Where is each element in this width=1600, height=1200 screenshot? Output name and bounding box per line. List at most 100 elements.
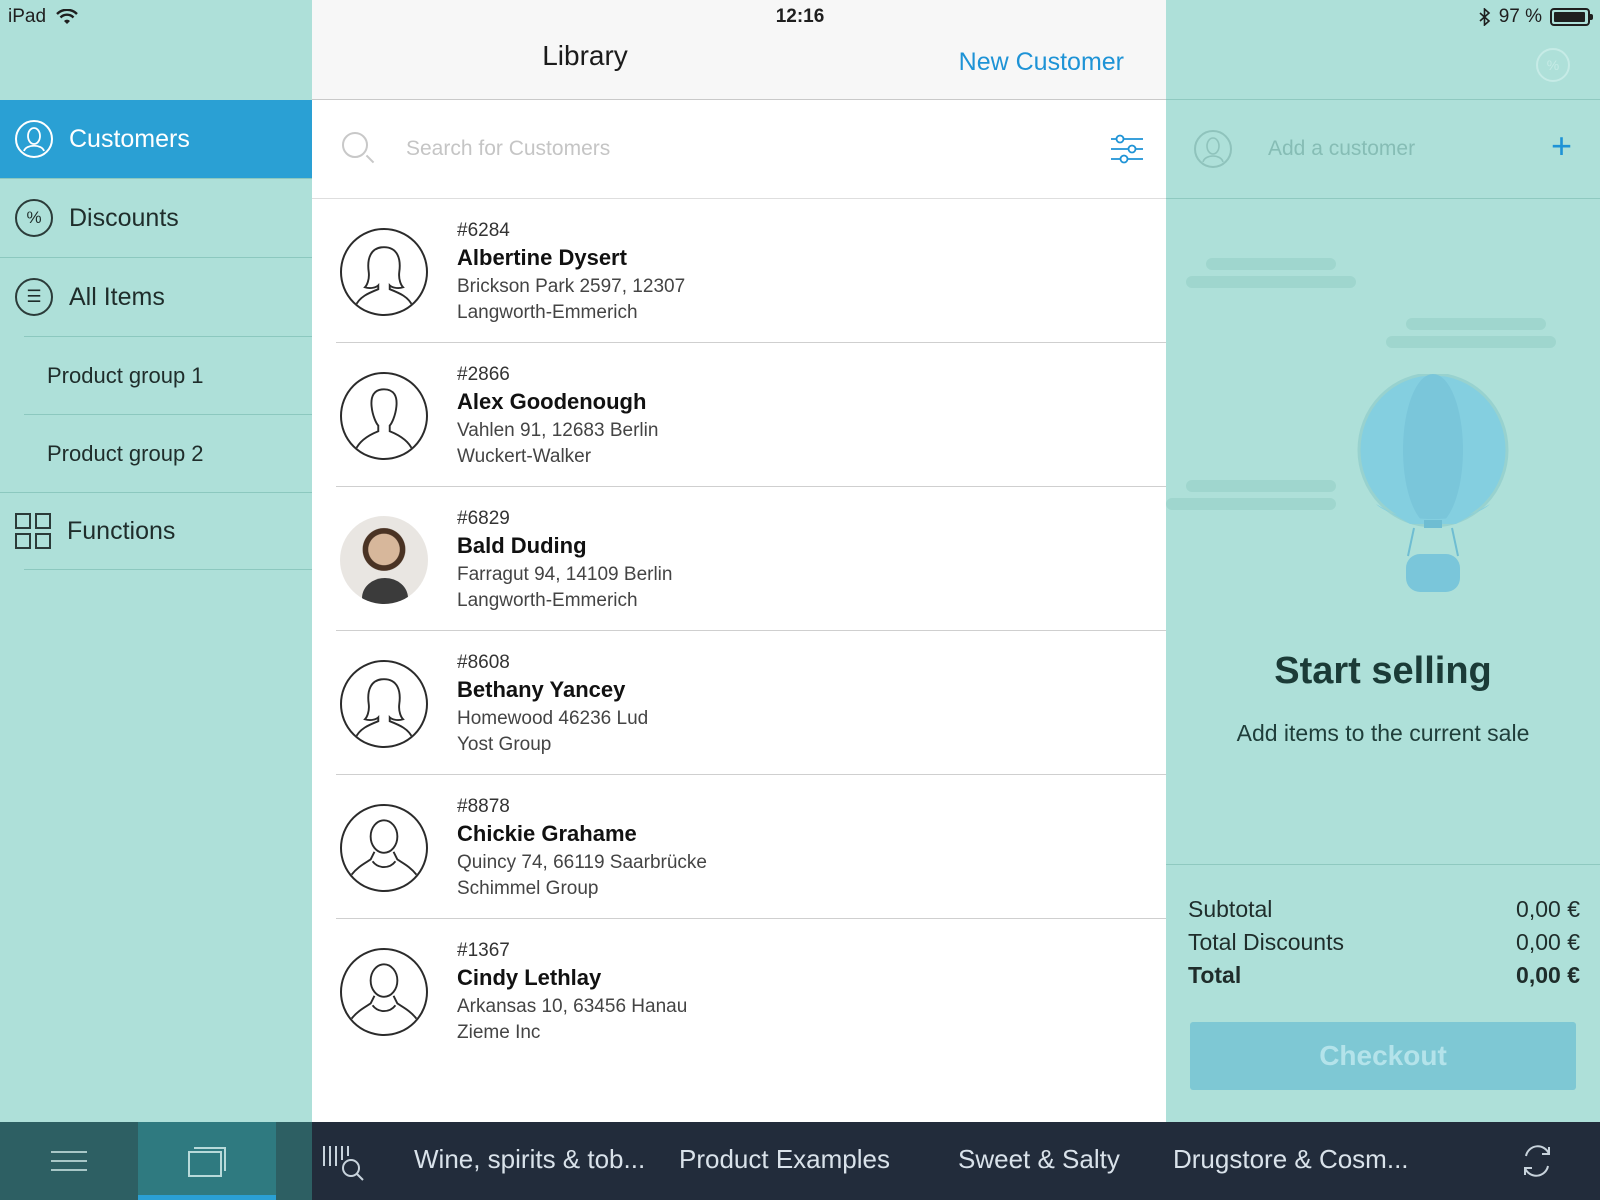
customer-company: Langworth-Emmerich xyxy=(457,590,638,611)
sidebar-item-label: Functions xyxy=(67,516,176,545)
status-bar: iPad 12:16 97 % xyxy=(0,0,1600,32)
customer-company: Langworth-Emmerich xyxy=(457,302,638,323)
discount-icon[interactable]: % xyxy=(1536,48,1570,82)
customer-number: #8878 xyxy=(457,796,510,817)
bluetooth-icon xyxy=(1479,8,1490,26)
customer-address: Quincy 74, 66119 Saarbrücke xyxy=(457,852,707,873)
refresh-icon[interactable] xyxy=(1518,1142,1556,1180)
customer-address: Farragut 94, 14109 Berlin xyxy=(457,564,673,585)
list-icon: ☰ xyxy=(15,278,53,316)
category-tab[interactable]: Drugstore & Cosm... xyxy=(1173,1144,1409,1175)
sidebar-item-label: Customers xyxy=(69,124,190,153)
discounts-label: Total Discounts xyxy=(1188,929,1344,955)
sidebar-item-label: All Items xyxy=(69,282,165,311)
category-tab[interactable]: Product Examples xyxy=(679,1144,890,1175)
search-bar xyxy=(312,100,1166,199)
customer-name: Bethany Yancey xyxy=(457,677,626,702)
customer-number: #2866 xyxy=(457,364,510,385)
sidebar-item-label: Discounts xyxy=(69,203,179,232)
sidebar: Customers % Discounts ☰ All Items Produc… xyxy=(0,0,312,1122)
new-customer-button[interactable]: New Customer xyxy=(959,48,1124,77)
customer-address: Vahlen 91, 12683 Berlin xyxy=(457,420,659,441)
total-value: 0,00 € xyxy=(1516,962,1580,988)
bottom-bar: Wine, spirits & tob... Product Examples … xyxy=(0,1122,1600,1200)
clock: 12:16 xyxy=(775,6,825,27)
customer-name: Cindy Lethlay xyxy=(457,965,602,990)
male-avatar-icon xyxy=(340,372,428,460)
cloud-decoration xyxy=(1386,336,1556,348)
cloud-decoration xyxy=(1166,498,1336,510)
total-label: Total xyxy=(1188,962,1242,988)
discounts-value: 0,00 € xyxy=(1516,929,1580,955)
menu-button[interactable] xyxy=(0,1122,138,1200)
search-icon xyxy=(342,132,368,158)
customer-row[interactable]: #8608 Bethany Yancey Homewood 46236 Lud … xyxy=(336,632,1166,775)
filter-icon[interactable] xyxy=(1110,134,1144,164)
bust-avatar-icon xyxy=(340,804,428,892)
sidebar-item-all-items[interactable]: ☰ All Items xyxy=(0,258,312,336)
customer-number: #8608 xyxy=(457,652,510,673)
subtotal-value: 0,00 € xyxy=(1516,896,1580,922)
customer-photo xyxy=(340,516,428,604)
customer-row[interactable]: #6284 Albertine Dysert Brickson Park 259… xyxy=(336,200,1166,343)
customer-name: Chickie Grahame xyxy=(457,821,637,846)
sidebar-item-functions[interactable]: Functions xyxy=(0,493,312,569)
sidebar-item-label: Product group 1 xyxy=(47,363,204,388)
customer-row[interactable]: #6829 Bald Duding Farragut 94, 14109 Ber… xyxy=(336,488,1166,631)
person-icon xyxy=(1194,130,1232,168)
add-customer-label: Add a customer xyxy=(1268,137,1416,160)
customer-address: Homewood 46236 Lud xyxy=(457,708,649,729)
barcode-search-icon[interactable] xyxy=(322,1142,366,1182)
percent-icon: % xyxy=(15,199,53,237)
female-avatar-icon xyxy=(340,660,428,748)
divider xyxy=(1166,864,1600,865)
female-avatar-icon xyxy=(340,228,428,316)
customer-company: Schimmel Group xyxy=(457,878,599,899)
checkout-button[interactable]: Checkout xyxy=(1190,1022,1576,1090)
customer-row[interactable]: #2866 Alex Goodenough Vahlen 91, 12683 B… xyxy=(336,344,1166,487)
add-customer-row[interactable]: Add a customer + xyxy=(1166,100,1600,199)
page-title: Library xyxy=(542,40,628,71)
plus-icon[interactable]: + xyxy=(1551,128,1572,164)
customer-name: Bald Duding xyxy=(457,533,587,558)
customer-company: Zieme Inc xyxy=(457,1022,541,1043)
discounts-row: Total Discounts 0,00 € xyxy=(1188,929,1580,956)
person-icon xyxy=(15,120,53,158)
subtotal-label: Subtotal xyxy=(1188,896,1273,922)
total-row: Total 0,00 € xyxy=(1188,962,1580,989)
customer-address: Brickson Park 2597, 12307 xyxy=(457,276,686,297)
customer-number: #6284 xyxy=(457,220,510,241)
customer-row[interactable]: #1367 Cindy Lethlay Arkansas 10, 63456 H… xyxy=(336,920,1166,1063)
customer-number: #1367 xyxy=(457,940,510,961)
sidebar-item-customers[interactable]: Customers xyxy=(0,100,312,178)
customer-row[interactable]: #8878 Chickie Grahame Quincy 74, 66119 S… xyxy=(336,776,1166,919)
customer-company: Wuckert-Walker xyxy=(457,446,592,467)
divider xyxy=(24,569,312,570)
customer-number: #6829 xyxy=(457,508,510,529)
battery-icon xyxy=(1550,8,1593,26)
cloud-decoration xyxy=(1406,318,1546,330)
grid-icon xyxy=(15,513,51,549)
hamburger-icon xyxy=(51,1151,87,1171)
screens-icon xyxy=(188,1147,226,1177)
category-tab[interactable]: Sweet & Salty xyxy=(958,1144,1120,1175)
screens-button[interactable] xyxy=(138,1122,276,1200)
bust-avatar-icon xyxy=(340,948,428,1036)
search-input[interactable] xyxy=(406,128,1046,170)
customer-address: Arkansas 10, 63456 Hanau xyxy=(457,996,688,1017)
customer-name: Albertine Dysert xyxy=(457,245,627,270)
cloud-decoration xyxy=(1186,480,1336,492)
battery-percent: 97 % xyxy=(1498,6,1542,27)
sidebar-item-discounts[interactable]: % Discounts xyxy=(0,179,312,257)
sidebar-item-label: Product group 2 xyxy=(47,441,204,466)
cloud-decoration xyxy=(1186,276,1356,288)
sidebar-item-product-group-2[interactable]: Product group 2 xyxy=(47,415,204,493)
subtotal-row: Subtotal 0,00 € xyxy=(1188,896,1580,923)
sale-panel: % Add a customer + Start selling Add ite… xyxy=(1166,0,1600,1122)
sidebar-item-product-group-1[interactable]: Product group 1 xyxy=(47,337,204,415)
category-tab[interactable]: Wine, spirits & tob... xyxy=(414,1144,645,1175)
customer-name: Alex Goodenough xyxy=(457,389,647,414)
customer-company: Yost Group xyxy=(457,734,552,755)
cloud-decoration xyxy=(1206,258,1336,270)
empty-state-subtitle: Add items to the current sale xyxy=(1236,720,1530,746)
